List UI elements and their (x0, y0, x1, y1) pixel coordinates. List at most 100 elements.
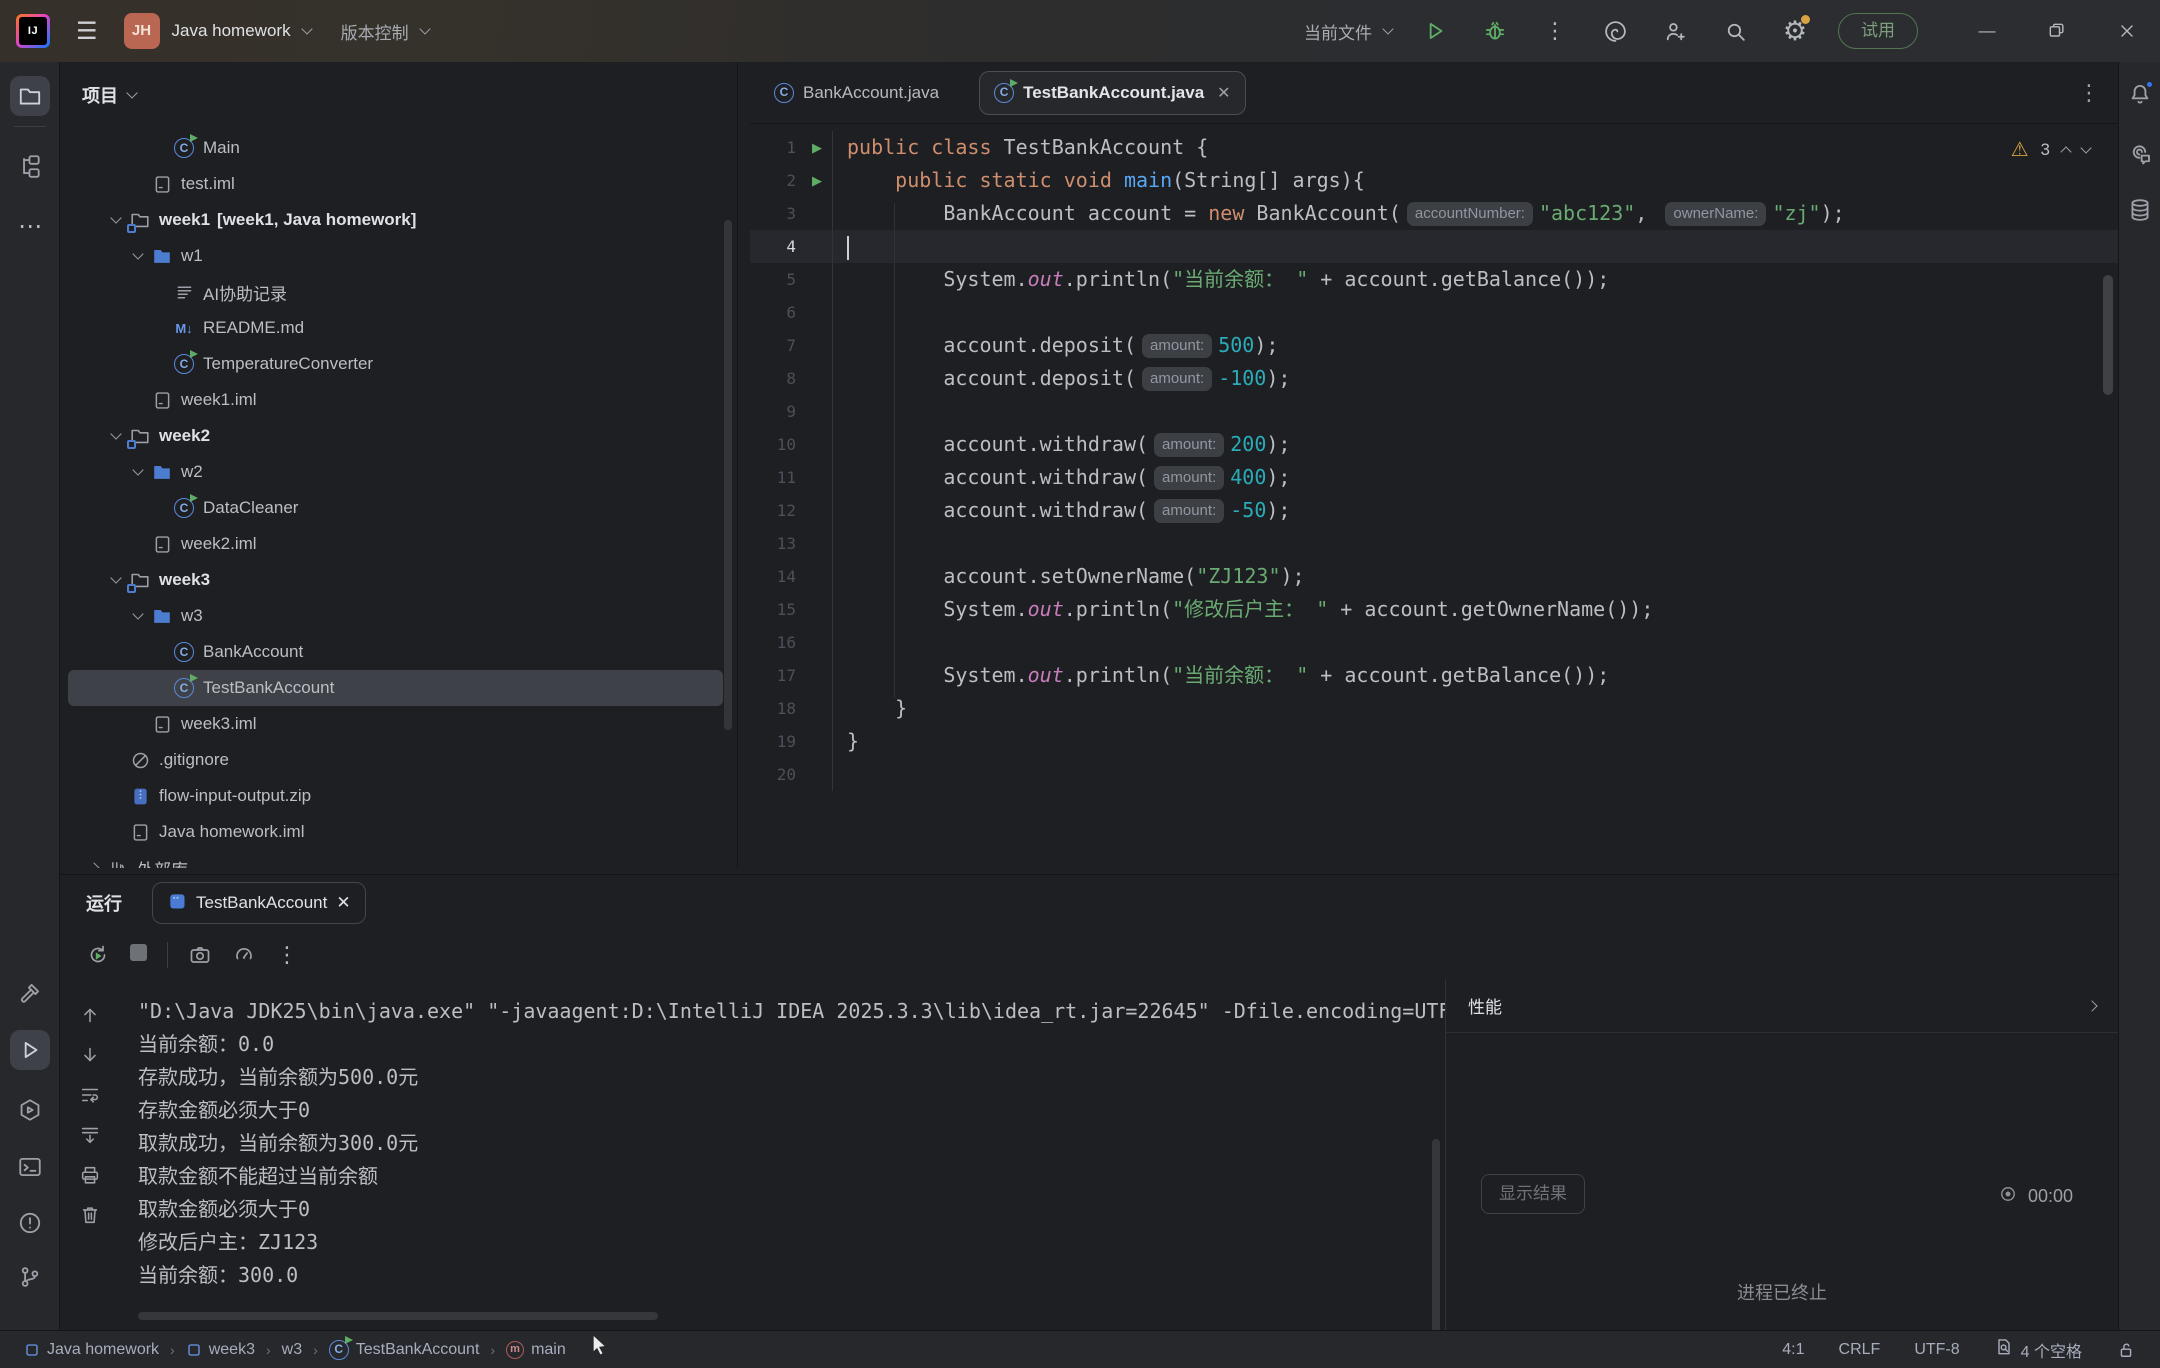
code-line-6[interactable]: 6 (750, 296, 2118, 329)
code-line-12[interactable]: 12 account.withdraw(amount:-50); (750, 494, 2118, 527)
ai-chat-button[interactable] (2120, 134, 2160, 174)
console-horizontal-scrollbar[interactable] (138, 1312, 658, 1320)
console-output[interactable]: "D:\Java JDK25\bin\java.exe" "-javaagent… (120, 979, 1445, 1330)
tree-item-week3[interactable]: week3 (60, 562, 737, 598)
clear-all-icon[interactable] (79, 1203, 101, 1227)
more-options-icon[interactable]: ⋮ (276, 942, 298, 968)
up-icon[interactable] (79, 1003, 101, 1027)
tree-item-w3[interactable]: w3 (60, 598, 737, 634)
close-button[interactable] (2110, 14, 2144, 48)
code-line-20[interactable]: 20 (750, 758, 2118, 791)
tab-options-icon[interactable]: ⋮ (2078, 80, 2100, 106)
run-tool-button[interactable] (10, 1030, 50, 1070)
screenshot-button[interactable] (188, 943, 212, 967)
tree-item-test.iml[interactable]: test.iml (60, 166, 737, 202)
code-editor[interactable]: 1▶public class TestBankAccount {2▶ publi… (750, 125, 2118, 868)
scroll-to-end-icon[interactable] (79, 1123, 101, 1147)
run-button[interactable] (1418, 14, 1452, 48)
tree-item-week1.iml[interactable]: week1.iml (60, 382, 737, 418)
structure-tool-button[interactable] (10, 146, 50, 186)
code-line-13[interactable]: 13 (750, 527, 2118, 560)
more-tool-windows-tool-button[interactable]: ⋯ (10, 206, 50, 246)
next-problem-icon[interactable] (2080, 142, 2091, 153)
close-icon[interactable]: ✕ (1217, 83, 1230, 103)
tree-chevron-icon[interactable] (110, 428, 121, 439)
database-button[interactable] (2120, 190, 2160, 230)
run-configuration-selector[interactable]: 当前文件 (1304, 19, 1392, 44)
tree-item-Java-homework.iml[interactable]: Java homework.iml (60, 814, 737, 850)
close-icon[interactable]: ✕ (336, 893, 350, 913)
tree-item-w2[interactable]: w2 (60, 454, 737, 490)
code-line-8[interactable]: 8 account.deposit(amount:-100); (750, 362, 2118, 395)
tree-chevron-icon[interactable] (88, 862, 99, 868)
tree-item-week2[interactable]: week2 (60, 418, 737, 454)
code-line-15[interactable]: 15 System.out.println("修改后户主： " + accoun… (750, 593, 2118, 626)
line-ending-widget[interactable]: CRLF (1839, 1341, 1881, 1359)
code-line-14[interactable]: 14 account.setOwnerName("ZJ123"); (750, 560, 2118, 593)
problems-tool-button[interactable] (10, 1203, 50, 1243)
indent-widget[interactable]: 4 个空格 (1994, 1337, 2082, 1362)
editor-scrollbar[interactable] (2103, 275, 2113, 395)
vcs-widget[interactable]: 版本控制 (341, 19, 429, 44)
project-tree-scrollbar[interactable] (724, 220, 732, 730)
tree-item--[interactable]: 外部库 (60, 850, 737, 868)
restore-button[interactable] (2040, 14, 2074, 48)
code-line-17[interactable]: 17 System.out.println("当前余额： " + account… (750, 659, 2118, 692)
more-actions-button[interactable]: ⋮ (1538, 14, 1572, 48)
breadcrumb-w3[interactable]: w3 (282, 1341, 302, 1359)
project-folder-tool-button[interactable] (10, 76, 50, 116)
tree-item-BankAccount[interactable]: CBankAccount (60, 634, 737, 670)
soft-wrap-icon[interactable] (79, 1083, 101, 1107)
debug-button[interactable] (1478, 14, 1512, 48)
project-widget[interactable]: JH Java homework (124, 13, 311, 49)
minimize-button[interactable]: — (1970, 14, 2004, 48)
main-menu-hamburger-icon[interactable]: ☰ (70, 17, 104, 46)
code-line-2[interactable]: 2▶ public static void main(String[] args… (750, 164, 2118, 197)
lock-widget[interactable] (2116, 1340, 2136, 1360)
notifications-bell-button[interactable] (2120, 74, 2160, 114)
code-line-11[interactable]: 11 account.withdraw(amount:400); (750, 461, 2118, 494)
git-branch-tool-button[interactable] (10, 1257, 50, 1297)
breadcrumb-main[interactable]: mmain (506, 1341, 566, 1359)
tree-item-DataCleaner[interactable]: CDataCleaner (60, 490, 737, 526)
tree-chevron-icon[interactable] (132, 248, 143, 259)
code-line-1[interactable]: 1▶public class TestBankAccount { (750, 131, 2118, 164)
tree-item-week3.iml[interactable]: week3.iml (60, 706, 737, 742)
breadcrumb-Java-homework[interactable]: Java homework (24, 1341, 159, 1359)
code-with-me-icon[interactable] (1658, 14, 1692, 48)
tree-item-TemperatureConverter[interactable]: CTemperatureConverter (60, 346, 737, 382)
trial-button[interactable]: 试用 (1838, 13, 1918, 49)
tree-item-week1[interactable]: week1[week1, Java homework] (60, 202, 737, 238)
tree-chevron-icon[interactable] (110, 572, 121, 583)
encoding-widget[interactable]: UTF-8 (1914, 1341, 1959, 1359)
terminal-tool-button[interactable] (10, 1147, 50, 1187)
breadcrumb-TestBankAccount[interactable]: CTestBankAccount (329, 1340, 480, 1360)
tree-item-Main[interactable]: CMain (60, 130, 737, 166)
show-results-button[interactable]: 显示结果 (1481, 1174, 1585, 1214)
ai-assistant-icon[interactable] (1598, 14, 1632, 48)
code-line-16[interactable]: 16 (750, 626, 2118, 659)
tree-item-TestBankAccount[interactable]: CTestBankAccount (68, 670, 723, 706)
code-line-19[interactable]: 19} (750, 725, 2118, 758)
breadcrumb-week3[interactable]: week3 (186, 1341, 255, 1359)
code-line-7[interactable]: 7 account.deposit(amount:500); (750, 329, 2118, 362)
editor-tab-TestBankAccount.java[interactable]: CTestBankAccount.java✕ (979, 71, 1245, 115)
print-icon[interactable] (79, 1163, 101, 1187)
run-gutter-icon[interactable]: ▶ (802, 131, 832, 164)
search-everywhere-icon[interactable] (1718, 14, 1752, 48)
previous-problem-icon[interactable] (2060, 146, 2071, 157)
tree-item-.gitignore[interactable]: .gitignore (60, 742, 737, 778)
tree-chevron-icon[interactable] (132, 464, 143, 475)
performance-panel-header[interactable]: 性能 (1446, 979, 2118, 1033)
tree-chevron-icon[interactable] (110, 212, 121, 223)
code-line-5[interactable]: 5 System.out.println("当前余额： " + account.… (750, 263, 2118, 296)
tree-item-flow-input-output.zip[interactable]: flow-input-output.zip (60, 778, 737, 814)
caret-position-widget[interactable]: 4:1 (1782, 1341, 1804, 1359)
stop-button[interactable] (130, 944, 147, 966)
code-line-10[interactable]: 10 account.withdraw(amount:200); (750, 428, 2118, 461)
code-line-3[interactable]: 3 BankAccount account = new BankAccount(… (750, 197, 2118, 230)
build-hammer-tool-button[interactable] (10, 973, 50, 1013)
run-tab[interactable]: TestBankAccount ✕ (152, 882, 366, 924)
editor-tab-BankAccount.java[interactable]: CBankAccount.java (774, 83, 939, 103)
code-line-9[interactable]: 9 (750, 395, 2118, 428)
